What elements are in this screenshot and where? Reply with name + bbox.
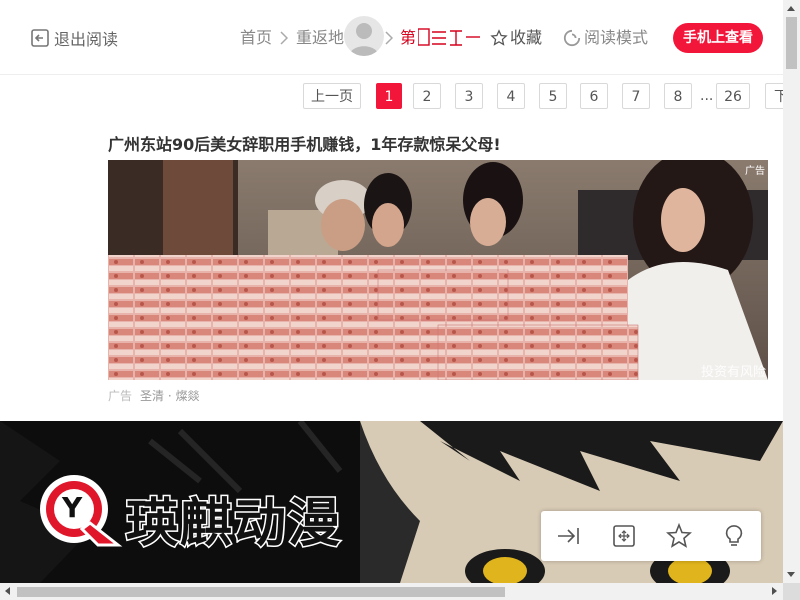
scroll-right-arrow-icon[interactable] xyxy=(772,587,777,595)
page-button-8[interactable]: 8 xyxy=(664,83,692,109)
vertical-scroll-thumb[interactable] xyxy=(786,17,797,69)
page-button-6[interactable]: 6 xyxy=(580,83,608,109)
reader-toolbar xyxy=(541,511,761,561)
chevron-right-icon xyxy=(385,31,393,45)
page-button-5[interactable]: 5 xyxy=(539,83,567,109)
jump-to-end-button[interactable] xyxy=(555,522,583,550)
fit-screen-icon xyxy=(612,525,635,547)
page-button-1[interactable]: 1 xyxy=(376,83,402,109)
ad-title[interactable]: 广州东站90后美女辞职用手机赚钱，1年存款惊呆父母! xyxy=(108,131,501,155)
exit-icon xyxy=(31,29,49,47)
breadcrumb-home[interactable]: 首页 xyxy=(240,26,272,50)
light-mode-button[interactable] xyxy=(720,522,748,550)
ad-watermark: 投资有风险 xyxy=(700,365,766,380)
chapter-overlay-glyphs xyxy=(418,28,480,46)
chevron-right-icon xyxy=(280,31,288,45)
favorite-label: 收藏 xyxy=(510,28,543,47)
logo-text: 瑛麒动漫 xyxy=(124,493,343,556)
breadcrumb-return[interactable]: 重返地 xyxy=(296,26,344,50)
star-icon xyxy=(490,29,508,46)
scroll-down-arrow-icon[interactable] xyxy=(787,572,795,577)
jump-to-end-icon xyxy=(557,528,579,544)
avatar[interactable] xyxy=(344,16,384,56)
read-mode-icon xyxy=(563,29,581,47)
ad-meta-source: 圣清 · 燦燚 xyxy=(140,389,200,403)
ad-image[interactable]: 广告 投资有风险 xyxy=(108,160,768,380)
reader-header: 退出阅读 首页 重返地 第 收藏 阅读模式 手机上查看 xyxy=(0,0,783,75)
read-mode-button[interactable]: 阅读模式 xyxy=(563,26,648,50)
ad-meta-label: 广告 xyxy=(108,389,133,403)
favorite-button[interactable]: 收藏 xyxy=(490,26,542,50)
scroll-up-arrow-icon[interactable] xyxy=(787,6,795,11)
exit-label: 退出阅读 xyxy=(54,30,119,49)
ad-meta: 广告 圣清 · 燦燚 xyxy=(108,387,207,404)
page-button-last[interactable]: 26 xyxy=(716,83,750,109)
fit-screen-button[interactable] xyxy=(610,522,638,550)
page-button-4[interactable]: 4 xyxy=(497,83,525,109)
view-on-phone-button[interactable]: 手机上查看 xyxy=(673,23,763,53)
page-button-3[interactable]: 3 xyxy=(455,83,483,109)
page-button-7[interactable]: 7 xyxy=(622,83,650,109)
user-avatar-icon xyxy=(349,23,379,56)
prev-page-button[interactable]: 上一页 xyxy=(303,83,361,109)
bookmark-button[interactable] xyxy=(665,522,693,550)
ad-photo xyxy=(108,160,768,380)
vertical-scrollbar[interactable] xyxy=(783,0,800,583)
ad-tag: 广告 xyxy=(745,166,765,177)
lightbulb-icon xyxy=(725,525,742,546)
read-mode-label: 阅读模式 xyxy=(584,28,649,47)
comic-logo: Y 瑛麒动漫 xyxy=(38,471,358,556)
star-icon xyxy=(665,523,692,548)
scroll-left-arrow-icon[interactable] xyxy=(5,587,10,595)
exit-reading-button[interactable]: 退出阅读 xyxy=(30,26,118,50)
scrollbar-corner xyxy=(783,583,800,600)
breadcrumb-chapter[interactable]: 第 xyxy=(400,26,416,50)
pagination-ellipsis: ... xyxy=(700,88,714,104)
page-button-2[interactable]: 2 xyxy=(413,83,441,109)
horizontal-scroll-thumb[interactable] xyxy=(17,587,505,597)
logo-mark-letter: Y xyxy=(62,491,83,524)
horizontal-scrollbar[interactable] xyxy=(0,583,783,600)
